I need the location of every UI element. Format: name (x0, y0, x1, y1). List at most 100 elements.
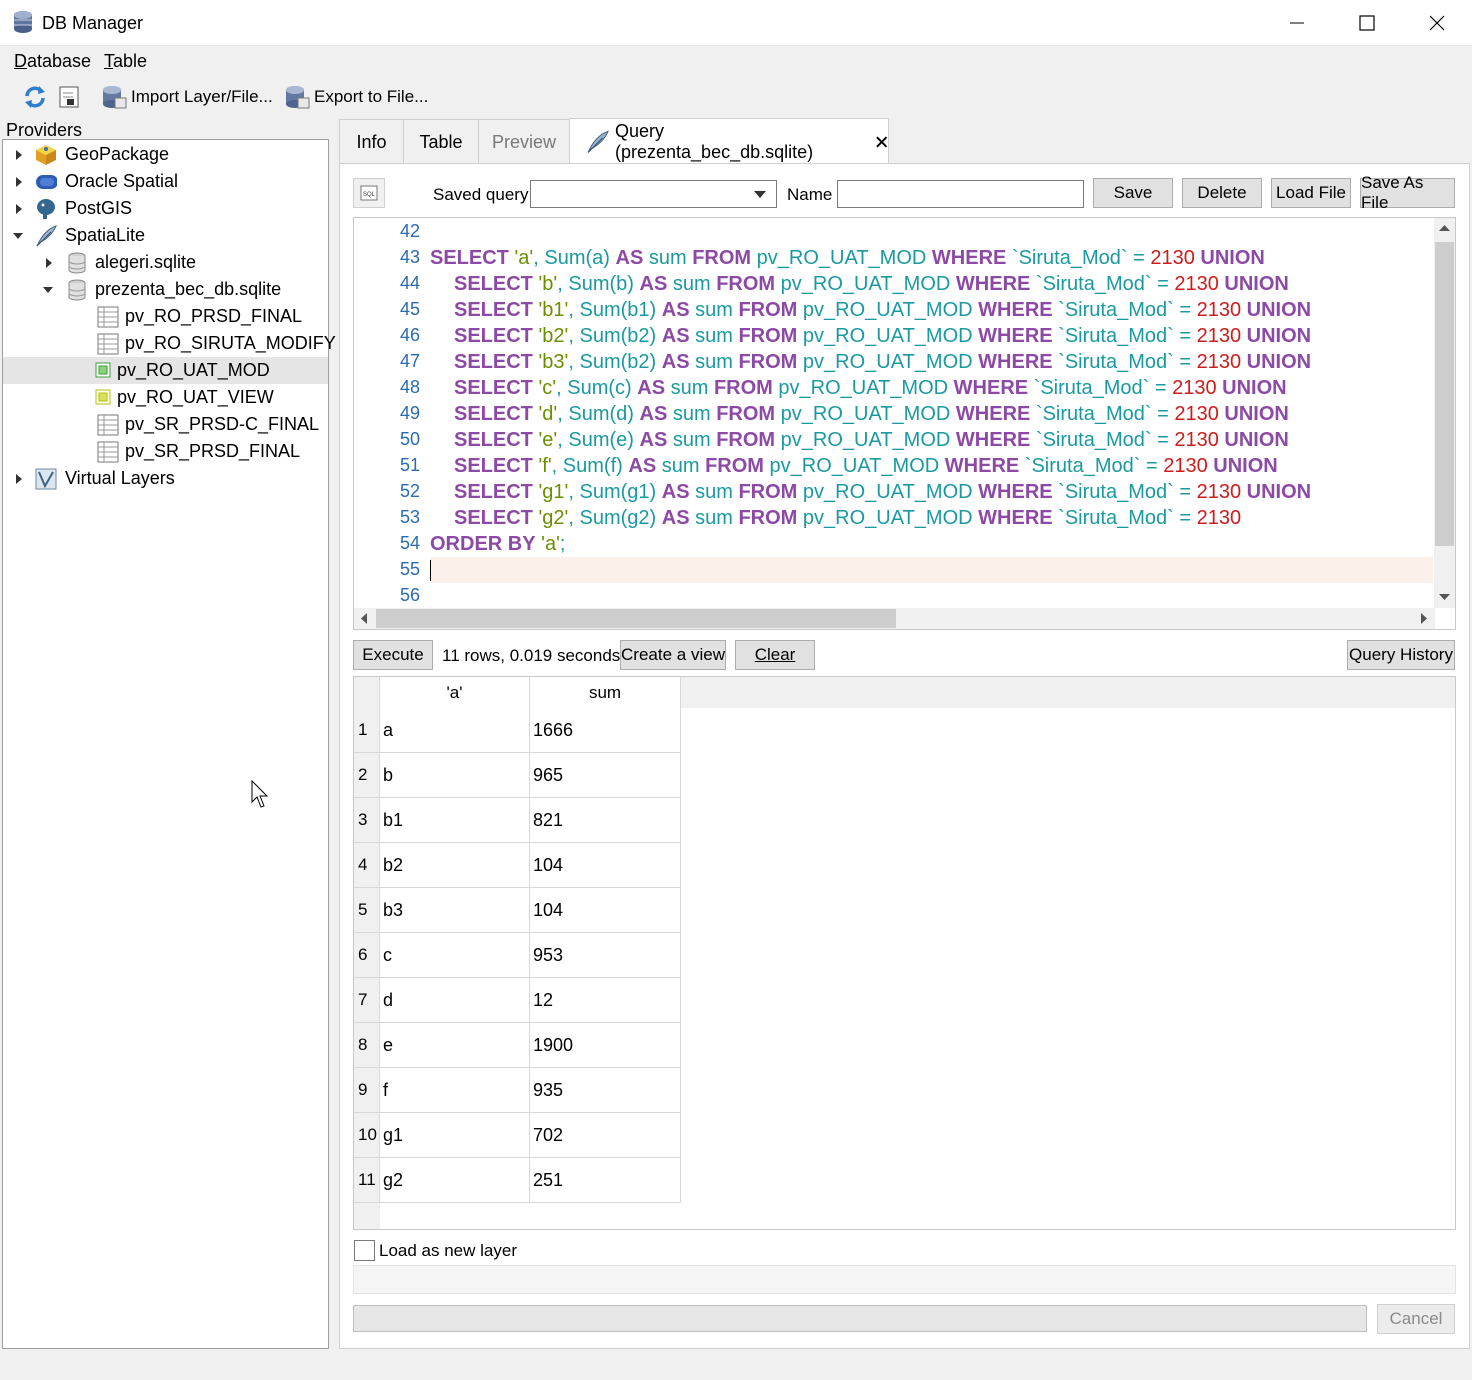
menu-database[interactable]: Database (14, 51, 91, 72)
table-cell[interactable]: 12 (530, 978, 681, 1023)
tree-item-geopackage[interactable]: GeoPackage (3, 141, 328, 168)
table-cell[interactable]: c (380, 933, 530, 978)
table-cell[interactable]: e (380, 1023, 530, 1068)
scroll-right-icon[interactable] (1420, 613, 1428, 624)
row-header[interactable]: 3 (354, 798, 380, 843)
sql-string-literal: 'a' (514, 247, 534, 269)
row-header[interactable]: 10 (354, 1113, 380, 1158)
expand-arrow-icon[interactable] (13, 473, 25, 485)
row-header[interactable]: 4 (354, 843, 380, 888)
minimize-button[interactable] (1262, 0, 1332, 46)
results-table[interactable]: 'a' sum 1 a 1666 2 b 965 3 b1 821 4 b2 104 5 b3 104 6 c 9… (353, 676, 1456, 1230)
tab-info[interactable]: Info (339, 119, 404, 164)
row-header[interactable]: 9 (354, 1068, 380, 1113)
clear-button[interactable]: Clear (735, 640, 815, 670)
create-view-button[interactable]: Create a view (620, 640, 726, 670)
table-cell[interactable]: 104 (530, 888, 681, 933)
editor-vertical-scroll-thumb[interactable] (1435, 242, 1454, 546)
column-header-a[interactable]: 'a' (380, 677, 530, 708)
table-cell[interactable]: g2 (380, 1158, 530, 1203)
menu-table[interactable]: Table (104, 51, 147, 72)
corner-cell[interactable] (354, 677, 380, 708)
table-cell[interactable]: g1 (380, 1113, 530, 1158)
table-cell[interactable]: a (380, 708, 530, 753)
table-cell[interactable]: 1666 (530, 708, 681, 753)
query-history-button[interactable]: Query History (1347, 640, 1455, 670)
load-as-layer-checkbox[interactable] (354, 1240, 375, 1261)
tab-query[interactable]: Query (prezenta_bec_db.sqlite) (569, 118, 889, 164)
sql-window-button[interactable] (58, 82, 80, 112)
tree-item-pv-ro-uat-mod[interactable]: pv_RO_UAT_MOD (3, 357, 328, 384)
scroll-left-icon[interactable] (360, 613, 368, 624)
tree-item-pv-sr-prsd-c-final[interactable]: pv_SR_PRSD-C_FINAL (3, 411, 328, 438)
refresh-button[interactable] (22, 82, 48, 112)
table-cell[interactable]: f (380, 1068, 530, 1113)
scroll-down-icon[interactable] (1439, 593, 1450, 601)
tree-item-prezenta-sqlite[interactable]: prezenta_bec_db.sqlite (3, 276, 328, 303)
tree-item-pv-sr-prsd-final[interactable]: pv_SR_PRSD_FINAL (3, 438, 328, 465)
export-file-button[interactable]: Export to File... (284, 82, 428, 112)
tree-item-pv-ro-uat-view[interactable]: pv_RO_UAT_VIEW (3, 384, 328, 411)
saved-query-select[interactable] (530, 180, 777, 208)
tree-item-oracle-spatial[interactable]: Oracle Spatial (3, 168, 328, 195)
table-cell[interactable]: 104 (530, 843, 681, 888)
row-header[interactable]: 6 (354, 933, 380, 978)
table-cell[interactable]: 821 (530, 798, 681, 843)
editor-horizontal-scroll-thumb[interactable] (376, 609, 896, 628)
table-cell[interactable]: 965 (530, 753, 681, 798)
sql-keyword: UNION (1222, 377, 1287, 399)
load-file-button[interactable]: Load File (1271, 178, 1351, 208)
table-cell[interactable]: d (380, 978, 530, 1023)
scroll-up-icon[interactable] (1439, 224, 1450, 232)
sql-editor[interactable]: 42 43 44 45 46 47 48 49 50 51 52 53 54 55 56 SELECT 'a… (353, 217, 1456, 630)
table-cell[interactable]: 935 (530, 1068, 681, 1113)
table-cell[interactable]: b1 (380, 798, 530, 843)
collapse-arrow-icon[interactable] (12, 230, 24, 242)
expand-arrow-icon[interactable] (13, 176, 25, 188)
sql-builder-button[interactable]: SQL (353, 178, 385, 208)
sql-function: Sum( (562, 455, 611, 477)
expand-arrow-icon[interactable] (43, 257, 55, 269)
tab-table[interactable]: Table (403, 119, 479, 164)
query-name-input[interactable] (837, 180, 1084, 208)
table-cell[interactable]: b3 (380, 888, 530, 933)
line-number: 47 (399, 351, 420, 371)
row-header[interactable]: 7 (354, 978, 380, 1023)
expand-arrow-icon[interactable] (13, 149, 25, 161)
tree-item-pv-ro-siruta-modify[interactable]: pv_RO_SIRUTA_MODIFY (3, 330, 336, 357)
execute-button[interactable]: Execute (353, 640, 433, 670)
close-window-button[interactable] (1402, 0, 1472, 46)
save-as-file-button[interactable]: Save As File (1360, 173, 1455, 212)
close-tab-icon[interactable] (875, 135, 888, 149)
table-cell[interactable]: 1900 (530, 1023, 681, 1068)
delete-button[interactable]: Delete (1182, 178, 1262, 208)
tree-item-alegeri-sqlite[interactable]: alegeri.sqlite (3, 249, 328, 276)
column-header-sum[interactable]: sum (530, 677, 681, 708)
collapse-arrow-icon[interactable] (42, 284, 54, 296)
sql-column: `Siruta_Mod` (1058, 325, 1174, 347)
tree-item-postgis[interactable]: PostGIS (3, 195, 328, 222)
table-cell[interactable]: b (380, 753, 530, 798)
save-button[interactable]: Save (1093, 178, 1173, 208)
row-header[interactable]: 8 (354, 1023, 380, 1068)
table-cell[interactable]: b2 (380, 843, 530, 888)
sql-string-literal: 'g2' (538, 507, 569, 529)
tree-item-virtual-layers[interactable]: Virtual Layers (3, 465, 328, 492)
cancel-button[interactable]: Cancel (1377, 1304, 1455, 1334)
row-header[interactable]: 11 (354, 1158, 380, 1203)
table-cell[interactable]: 953 (530, 933, 681, 978)
row-header[interactable]: 5 (354, 888, 380, 933)
tab-preview[interactable]: Preview (478, 119, 570, 164)
table-cell[interactable]: 251 (530, 1158, 681, 1203)
editor-vertical-scrollbar[interactable] (1434, 218, 1455, 608)
table-cell[interactable]: 702 (530, 1113, 681, 1158)
tree-item-pv-ro-prsd-final[interactable]: pv_RO_PRSD_FINAL (3, 303, 328, 330)
maximize-button[interactable] (1332, 0, 1402, 46)
import-layer-button[interactable]: Import Layer/File... (101, 82, 273, 112)
tree-item-spatialite[interactable]: SpatiaLite (3, 222, 328, 249)
row-header[interactable]: 1 (354, 708, 380, 753)
sql-column: c (615, 377, 626, 399)
row-header[interactable]: 2 (354, 753, 380, 798)
expand-arrow-icon[interactable] (13, 203, 25, 215)
editor-horizontal-scrollbar[interactable] (354, 608, 1435, 629)
